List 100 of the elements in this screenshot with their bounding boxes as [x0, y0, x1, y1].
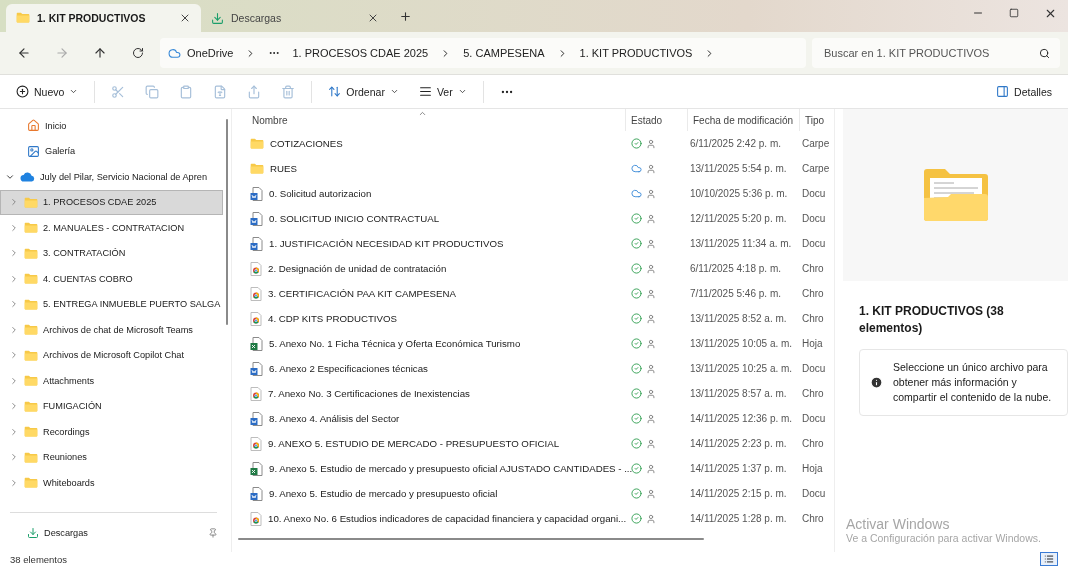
- column-header[interactable]: Nombre: [247, 109, 625, 131]
- scrollbar[interactable]: [238, 538, 704, 540]
- date-cell: 10/10/2025 5:36 p. m.: [690, 188, 788, 199]
- trash-icon: [281, 84, 296, 99]
- search-field[interactable]: Buscar en 1. KIT PRODUCTIVOS: [812, 38, 1060, 68]
- list-view-button[interactable]: [1040, 552, 1058, 566]
- date-cell: 13/11/2025 5:54 p. m.: [690, 163, 787, 174]
- file-row[interactable]: 5. Anexo No. 1 Ficha Técnica y Oferta Económica Turismo 13/11/2025 10:05 a. m. Hoja: [232, 331, 834, 356]
- file-name: 0. SOLICITUD INICIO CONTRACTUAL: [269, 213, 440, 224]
- address-bar[interactable]: OneDrive 1. PROCESOS CDAE 2025 5. CAMPESENA 1. KIT PRODUCTIVOS: [160, 38, 806, 68]
- new-button[interactable]: Nuevo: [8, 78, 87, 105]
- file-name: 6. Anexo 2 Especificaciones técnicas: [269, 363, 428, 374]
- search-input[interactable]: Buscar en 1. KIT PRODUCTIVOS: [822, 42, 1035, 64]
- file-row[interactable]: RUES 13/11/2025 5:54 p. m. Carpe: [232, 156, 834, 181]
- sort-indicator-icon: [418, 109, 427, 118]
- tab[interactable]: 1. KIT PRODUCTIVOS: [6, 4, 201, 32]
- caret-icon: [69, 87, 79, 96]
- chevron-icon[interactable]: [9, 477, 19, 488]
- download-icon: [27, 527, 39, 540]
- file-name: 0. Solicitud autorizacion: [269, 188, 372, 199]
- sidebar-folder[interactable]: 5. ENTREGA INMUEBLE PUERTO SALGA: [0, 291, 223, 317]
- chevron-icon[interactable]: [9, 350, 19, 361]
- chevron-icon[interactable]: [9, 324, 19, 335]
- chevron-icon[interactable]: [9, 222, 19, 233]
- chrome-document-icon: [250, 261, 262, 276]
- file-row[interactable]: 3. CERTIFICACIÓN PAA KIT CAMPESENA 7/11/2025 5:46 p. m. Chro: [232, 281, 834, 306]
- file-row[interactable]: 0. SOLICITUD INICIO CONTRACTUAL 12/11/2025 5:20 p. m. Docu: [232, 206, 834, 231]
- file-row[interactable]: 4. CDP KITS PRODUCTIVOS 13/11/2025 8:52 a. m. Chro: [232, 306, 834, 331]
- sidebar-folder[interactable]: Reuniones: [0, 444, 223, 470]
- file-row[interactable]: 9. Anexo 5. Estudio de mercado y presupuesto oficial AJUSTADO CANTIDADES - ... 14/11/2025 1:37 p. m. Hoja: [232, 456, 834, 481]
- folder-icon: [921, 168, 990, 222]
- folder-icon: [24, 349, 38, 361]
- chevron-icon[interactable]: [9, 401, 19, 412]
- sidebar-folder[interactable]: 4. CUENTAS COBRO: [0, 266, 223, 292]
- home-icon: [27, 119, 40, 133]
- sidebar-item[interactable]: Inicio: [0, 113, 223, 139]
- date-cell: 6/11/2025 4:18 p. m.: [690, 263, 781, 274]
- chevron-icon[interactable]: [9, 273, 19, 284]
- person-icon: [646, 138, 656, 149]
- sidebar-folder[interactable]: Archivos de Microsoft Copilot Chat: [0, 342, 223, 368]
- sidebar-folder[interactable]: Archivos de chat de Microsoft Teams: [0, 317, 223, 343]
- view-button[interactable]: Ver: [410, 78, 475, 105]
- breadcrumb[interactable]: 1. PROCESOS CDAE 2025: [292, 47, 429, 59]
- tab[interactable]: Descargas: [201, 4, 389, 32]
- person-icon: [646, 338, 656, 349]
- sidebar-folder[interactable]: 2. MANUALES - CONTRATACION: [0, 215, 223, 241]
- sidebar-item[interactable]: July del Pilar, Servicio Nacional de Apren: [0, 164, 223, 190]
- sidebar-folder[interactable]: 1. PROCESOS CDAE 2025: [0, 189, 223, 215]
- sidebar-folder[interactable]: 3. CONTRATACIÓN: [0, 240, 223, 266]
- chevron-icon[interactable]: [9, 426, 19, 437]
- cloud-icon: [20, 171, 35, 182]
- person-icon: [646, 188, 656, 199]
- column-header[interactable]: Estado: [625, 109, 687, 131]
- sidebar-item[interactable]: Descargas: [0, 520, 223, 546]
- sidebar-folder[interactable]: Whiteboards: [0, 470, 223, 496]
- sort-button[interactable]: Ordenar: [320, 78, 407, 105]
- type-cell: Docu: [802, 238, 826, 249]
- search-icon: [1039, 47, 1050, 59]
- person-icon: [646, 438, 656, 449]
- sidebar-item[interactable]: Galería: [0, 138, 223, 164]
- file-row[interactable]: 10. Anexo No. 6 Estudios indicadores de capacidad financiera y capacidad organi... 14/11/2025 1:28 p. m. Chro: [232, 506, 834, 531]
- file-row[interactable]: 9. ANEXO 5. ESTUDIO DE MERCADO - PRESUPUESTO OFICIAL 14/11/2025 2:23 p. m. Chro: [232, 431, 834, 456]
- word-document-icon: [250, 186, 263, 201]
- file-row[interactable]: 6. Anexo 2 Especificaciones técnicas 13/11/2025 10:25 a. m. Docu: [232, 356, 834, 381]
- file-name: 1. JUSTIFICACIÓN NECESIDAD KIT PRODUCTIVOS: [269, 238, 504, 249]
- scrollbar[interactable]: [226, 119, 228, 325]
- person-icon: [646, 163, 656, 174]
- file-row[interactable]: 8. Anexo 4. Análisis del Sector 14/11/2025 12:36 p. m. Docu: [232, 406, 834, 431]
- chevron-icon[interactable]: [9, 248, 19, 259]
- column-header[interactable]: Fecha de modificación: [687, 109, 799, 131]
- breadcrumb[interactable]: 1. KIT PRODUCTIVOS: [579, 47, 693, 59]
- folder-icon: [24, 247, 38, 259]
- type-cell: Docu: [802, 363, 826, 374]
- breadcrumb[interactable]: 5. CAMPESENA: [463, 47, 545, 59]
- file-row[interactable]: COTIZACIONES 6/11/2025 2:42 p. m. Carpe: [232, 131, 834, 156]
- chevron-icon[interactable]: [9, 299, 19, 310]
- type-cell: Chro: [802, 313, 824, 324]
- close-tab-icon[interactable]: [179, 12, 191, 24]
- file-row[interactable]: 2. Designación de unidad de contratación 6/11/2025 4:18 p. m. Chro: [232, 256, 834, 281]
- file-row[interactable]: 7. Anexo No. 3 Certificaciones de Inexistencias 13/11/2025 8:57 a. m. Chro: [232, 381, 834, 406]
- sidebar-folder[interactable]: Recordings: [0, 419, 223, 445]
- lines-icon: [418, 85, 432, 98]
- breadcrumb[interactable]: OneDrive: [168, 46, 234, 60]
- type-cell: Chro: [802, 263, 824, 274]
- file-row[interactable]: 0. Solicitud autorizacion 10/10/2025 5:36 p. m. Docu: [232, 181, 834, 206]
- person-icon: [646, 463, 656, 474]
- details-button[interactable]: Detalles: [988, 78, 1060, 105]
- word-document-icon: [250, 236, 263, 251]
- chevron-icon[interactable]: [9, 375, 19, 386]
- person-icon: [646, 263, 656, 274]
- column-header[interactable]: Tipo: [799, 109, 834, 131]
- file-row[interactable]: 9. Anexo 5. Estudio de mercado y presupuesto oficial 14/11/2025 2:15 p. m. Docu: [232, 481, 834, 506]
- file-row[interactable]: 1. JUSTIFICACIÓN NECESIDAD KIT PRODUCTIVOS 13/11/2025 11:34 a. m. Docu: [232, 231, 834, 256]
- caret-icon: [457, 87, 467, 96]
- chevron-icon[interactable]: [9, 452, 19, 463]
- sidebar-folder[interactable]: FUMIGACIÓN: [0, 393, 223, 419]
- sidebar-folder[interactable]: Attachments: [0, 368, 223, 394]
- person-icon: [646, 363, 656, 374]
- close-tab-icon[interactable]: [367, 12, 379, 24]
- folder-icon: [250, 137, 264, 150]
